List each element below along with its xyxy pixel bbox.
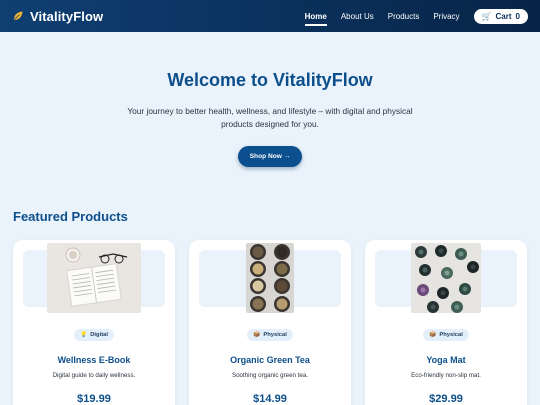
open-book-image <box>47 243 141 314</box>
nav-links: Home About Us Products Privacy 🛒 Cart 0 <box>304 8 528 26</box>
shop-now-button[interactable]: Shop Now → <box>238 145 302 167</box>
product-image-frame <box>375 243 517 314</box>
nav-link-privacy[interactable]: Privacy <box>433 10 459 23</box>
product-image-frame <box>199 243 341 314</box>
nav-link-products[interactable]: Products <box>388 10 420 23</box>
featured-products-title: Featured Products <box>13 208 128 224</box>
hero-title: Welcome to VitalityFlow <box>167 70 373 90</box>
badge-label: Digital <box>90 331 108 338</box>
navbar: VitalityFlow Home About Us Products Priv… <box>0 0 540 32</box>
cart-count: 0 <box>515 11 520 21</box>
package-icon: 📦 <box>253 331 261 338</box>
nav-link-about-us[interactable]: About Us <box>341 10 374 23</box>
product-card[interactable]: 📦 Physical Yoga Mat Eco-friendly non-sli… <box>365 239 527 405</box>
product-description: Eco-friendly non-slip mat. <box>411 371 481 379</box>
cart-button[interactable]: 🛒 Cart 0 <box>473 8 528 24</box>
product-description: Digital guide to daily wellness. <box>52 371 136 379</box>
product-price: $19.99 <box>77 392 111 405</box>
badge-label: Physical <box>263 331 287 338</box>
product-title[interactable]: Organic Green Tea <box>230 355 310 365</box>
cart-icon: 🛒 <box>481 11 492 21</box>
product-type-badge: 📦 Physical <box>247 328 293 341</box>
product-card[interactable]: 📦 Physical Organic Green Tea Soothing or… <box>189 239 351 405</box>
lightbulb-icon: 💡 <box>80 331 88 338</box>
yoga-mats-image <box>411 243 481 314</box>
product-type-badge: 💡 Digital <box>74 328 114 341</box>
cart-label: Cart <box>495 11 512 21</box>
product-card[interactable]: 💡 Digital Wellness E-Book Digital guide … <box>13 239 175 405</box>
package-icon: 📦 <box>429 331 437 338</box>
badge-label: Physical <box>439 331 463 338</box>
nav-link-home[interactable]: Home <box>304 10 328 26</box>
product-type-badge: 📦 Physical <box>423 328 469 341</box>
leaf-logo-icon <box>14 11 23 20</box>
hero: Welcome to VitalityFlow Your journey to … <box>0 32 540 167</box>
tea-leaves-image <box>246 243 294 314</box>
brand[interactable]: VitalityFlow <box>12 9 103 24</box>
product-price: $14.99 <box>253 392 287 405</box>
brand-name: VitalityFlow <box>30 8 104 24</box>
product-title[interactable]: Yoga Mat <box>426 355 465 365</box>
product-grid: 💡 Digital Wellness E-Book Digital guide … <box>0 239 540 405</box>
product-image-frame <box>23 243 165 314</box>
hero-subtitle: Your journey to better health, wellness,… <box>127 106 413 130</box>
product-description: Soothing organic green tea. <box>231 371 309 379</box>
product-price: $29.99 <box>429 392 463 405</box>
product-title[interactable]: Wellness E-Book <box>58 355 131 365</box>
